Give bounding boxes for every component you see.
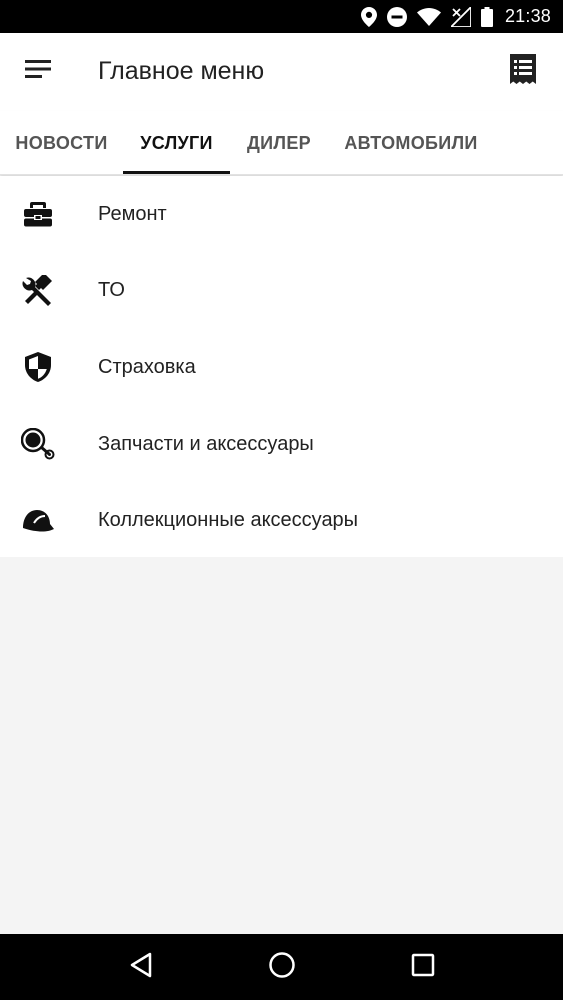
back-icon	[129, 952, 153, 983]
no-signal-icon	[450, 6, 471, 27]
shield-icon	[20, 349, 56, 385]
status-time: 21:38	[504, 6, 551, 26]
screen: 21:38 Главное меню НОВОСТИ УСЛУГИ ДИЛЕР …	[0, 0, 563, 1000]
services-list: Ремонт ТО Страховка Запчасти и аксессуар…	[0, 176, 563, 557]
list-item-label: Запчасти и аксессуары	[98, 432, 314, 455]
list-item-parts[interactable]: Запчасти и аксессуары	[0, 406, 563, 483]
navigation-bar	[0, 934, 563, 1000]
menu-button[interactable]	[14, 47, 62, 95]
list-item-label: Ремонт	[98, 202, 167, 225]
list-item-label: Страховка	[98, 355, 196, 378]
belt-pulley-icon	[20, 426, 56, 462]
page-title: Главное меню	[98, 57, 265, 85]
list-item-maintenance[interactable]: ТО	[0, 253, 563, 330]
back-button[interactable]	[113, 939, 169, 995]
list-item-repair[interactable]: Ремонт	[0, 176, 563, 253]
wrench-screwdriver-icon	[20, 273, 56, 309]
tab-indicator	[123, 171, 230, 174]
recents-button[interactable]	[395, 939, 451, 995]
tab-bar: НОВОСТИ УСЛУГИ ДИЛЕР АВТОМОБИЛИ	[0, 111, 563, 175]
battery-icon	[480, 6, 493, 27]
list-item-label: Коллекционные аксессуары	[98, 509, 359, 532]
wifi-icon	[416, 7, 441, 26]
do-not-disturb-icon	[386, 6, 407, 27]
hamburger-menu-icon	[25, 59, 51, 83]
home-icon	[268, 951, 296, 984]
tab-cars[interactable]: АВТОМОБИЛИ	[328, 111, 494, 175]
tab-dealer[interactable]: ДИЛЕР	[230, 111, 328, 175]
home-button[interactable]	[254, 939, 310, 995]
receipt-button[interactable]	[499, 47, 547, 95]
toolbox-icon	[20, 196, 56, 232]
status-bar: 21:38	[0, 0, 563, 33]
app-bar: Главное меню	[0, 33, 563, 111]
list-item-collection[interactable]: Коллекционные аксессуары	[0, 482, 563, 559]
recents-icon	[411, 953, 435, 982]
location-icon	[360, 6, 377, 27]
list-item-insurance[interactable]: Страховка	[0, 329, 563, 406]
tab-services[interactable]: УСЛУГИ	[123, 111, 230, 175]
receipt-icon	[510, 53, 536, 89]
list-item-label: ТО	[98, 279, 125, 302]
cap-icon	[20, 503, 56, 539]
tab-news[interactable]: НОВОСТИ	[0, 111, 123, 175]
